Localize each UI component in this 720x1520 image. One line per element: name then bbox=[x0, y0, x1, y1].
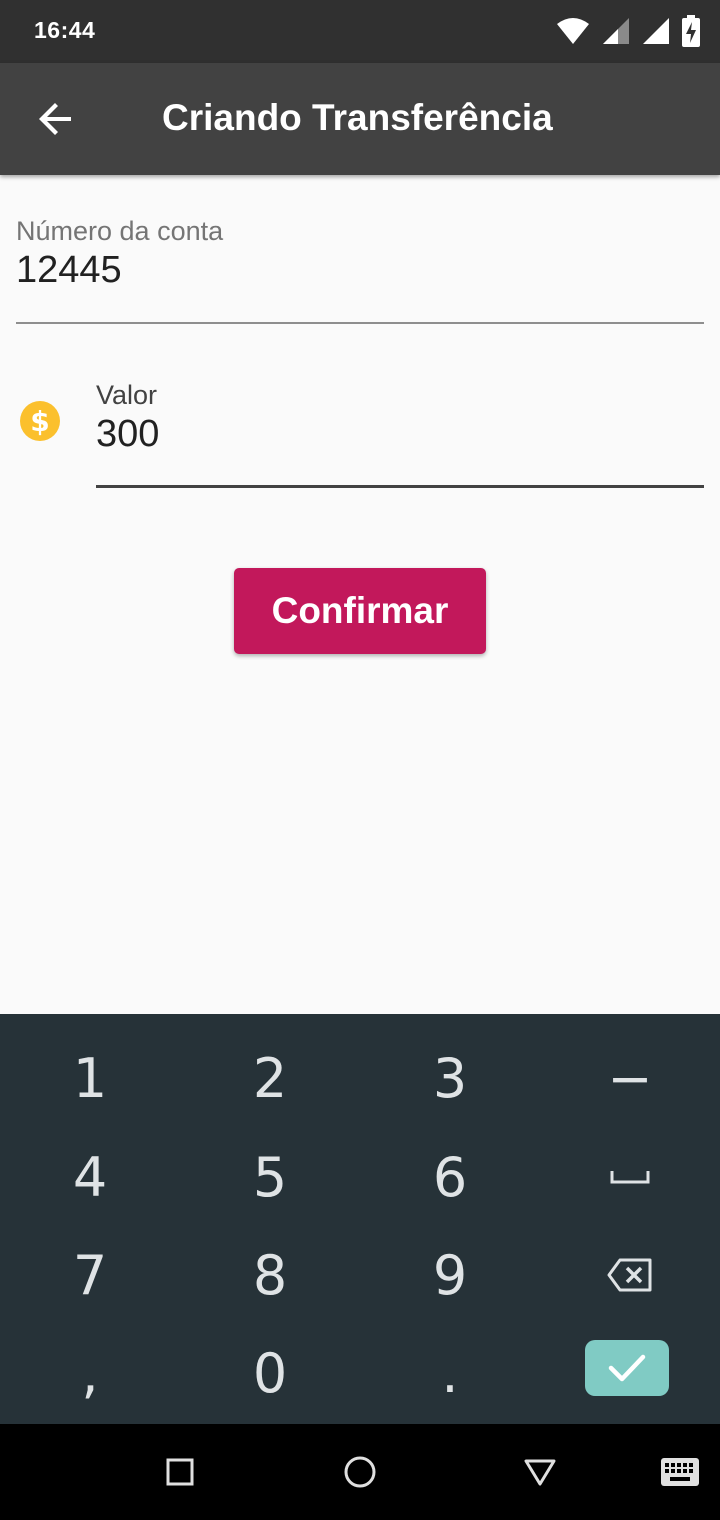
svg-text:$: $ bbox=[30, 405, 49, 438]
back-icon bbox=[524, 1459, 556, 1486]
key-1[interactable]: 1 bbox=[0, 1028, 180, 1128]
numeric-keyboard: 1 2 3 − 4 5 6 7 8 9 , 0 . bbox=[0, 1014, 720, 1424]
key-2[interactable]: 2 bbox=[180, 1028, 360, 1128]
amount-underline bbox=[96, 485, 704, 488]
key-space[interactable] bbox=[540, 1127, 720, 1227]
key-3[interactable]: 3 bbox=[360, 1028, 540, 1128]
back-nav-button[interactable] bbox=[516, 1448, 564, 1496]
monetization-icon: $ bbox=[20, 401, 60, 441]
key-7[interactable]: 7 bbox=[0, 1225, 180, 1325]
signal-icon bbox=[643, 18, 669, 44]
account-number-label: Número da conta bbox=[16, 216, 224, 246]
battery-charging-icon bbox=[682, 15, 700, 47]
key-backspace[interactable] bbox=[540, 1225, 720, 1325]
amount-field[interactable]: Valor 300 bbox=[96, 380, 704, 490]
signal-icon bbox=[603, 18, 629, 44]
confirm-button[interactable]: Confirmar bbox=[234, 568, 486, 654]
status-time: 16:44 bbox=[34, 17, 96, 43]
key-0[interactable]: 0 bbox=[180, 1323, 360, 1423]
key-9[interactable]: 9 bbox=[360, 1225, 540, 1325]
recents-icon bbox=[166, 1458, 194, 1486]
keyboard-icon bbox=[661, 1458, 699, 1486]
status-icons bbox=[556, 15, 700, 47]
check-icon bbox=[608, 1354, 646, 1382]
key-8[interactable]: 8 bbox=[180, 1225, 360, 1325]
key-minus[interactable]: − bbox=[540, 1028, 720, 1128]
home-button[interactable] bbox=[336, 1448, 384, 1496]
key-6[interactable]: 6 bbox=[360, 1127, 540, 1227]
recents-button[interactable] bbox=[156, 1448, 204, 1496]
key-comma[interactable]: , bbox=[0, 1323, 180, 1423]
account-number-underline bbox=[16, 322, 704, 324]
amount-label: Valor bbox=[96, 380, 158, 410]
status-bar: 16:44 bbox=[0, 0, 720, 63]
back-button[interactable] bbox=[28, 91, 84, 147]
key-done[interactable] bbox=[585, 1340, 669, 1396]
key-period[interactable]: . bbox=[360, 1323, 540, 1423]
keyboard-switch-button[interactable] bbox=[656, 1448, 704, 1496]
arrow-back-icon bbox=[39, 103, 71, 135]
backspace-icon bbox=[607, 1258, 652, 1292]
account-number-field[interactable]: Número da conta 12445 bbox=[16, 216, 704, 324]
app-bar: Criando Transferência bbox=[0, 63, 720, 175]
amount-input[interactable]: 300 bbox=[96, 413, 704, 456]
key-5[interactable]: 5 bbox=[180, 1127, 360, 1227]
key-4[interactable]: 4 bbox=[0, 1127, 180, 1227]
account-number-input[interactable]: 12445 bbox=[16, 249, 704, 292]
navigation-bar bbox=[0, 1424, 720, 1520]
home-icon bbox=[344, 1456, 376, 1488]
space-icon bbox=[610, 1171, 650, 1184]
wifi-icon bbox=[557, 18, 589, 44]
screen: 16:44 Criando Transferência Número da co… bbox=[0, 0, 720, 1520]
page-title: Criando Transferência bbox=[162, 97, 553, 138]
